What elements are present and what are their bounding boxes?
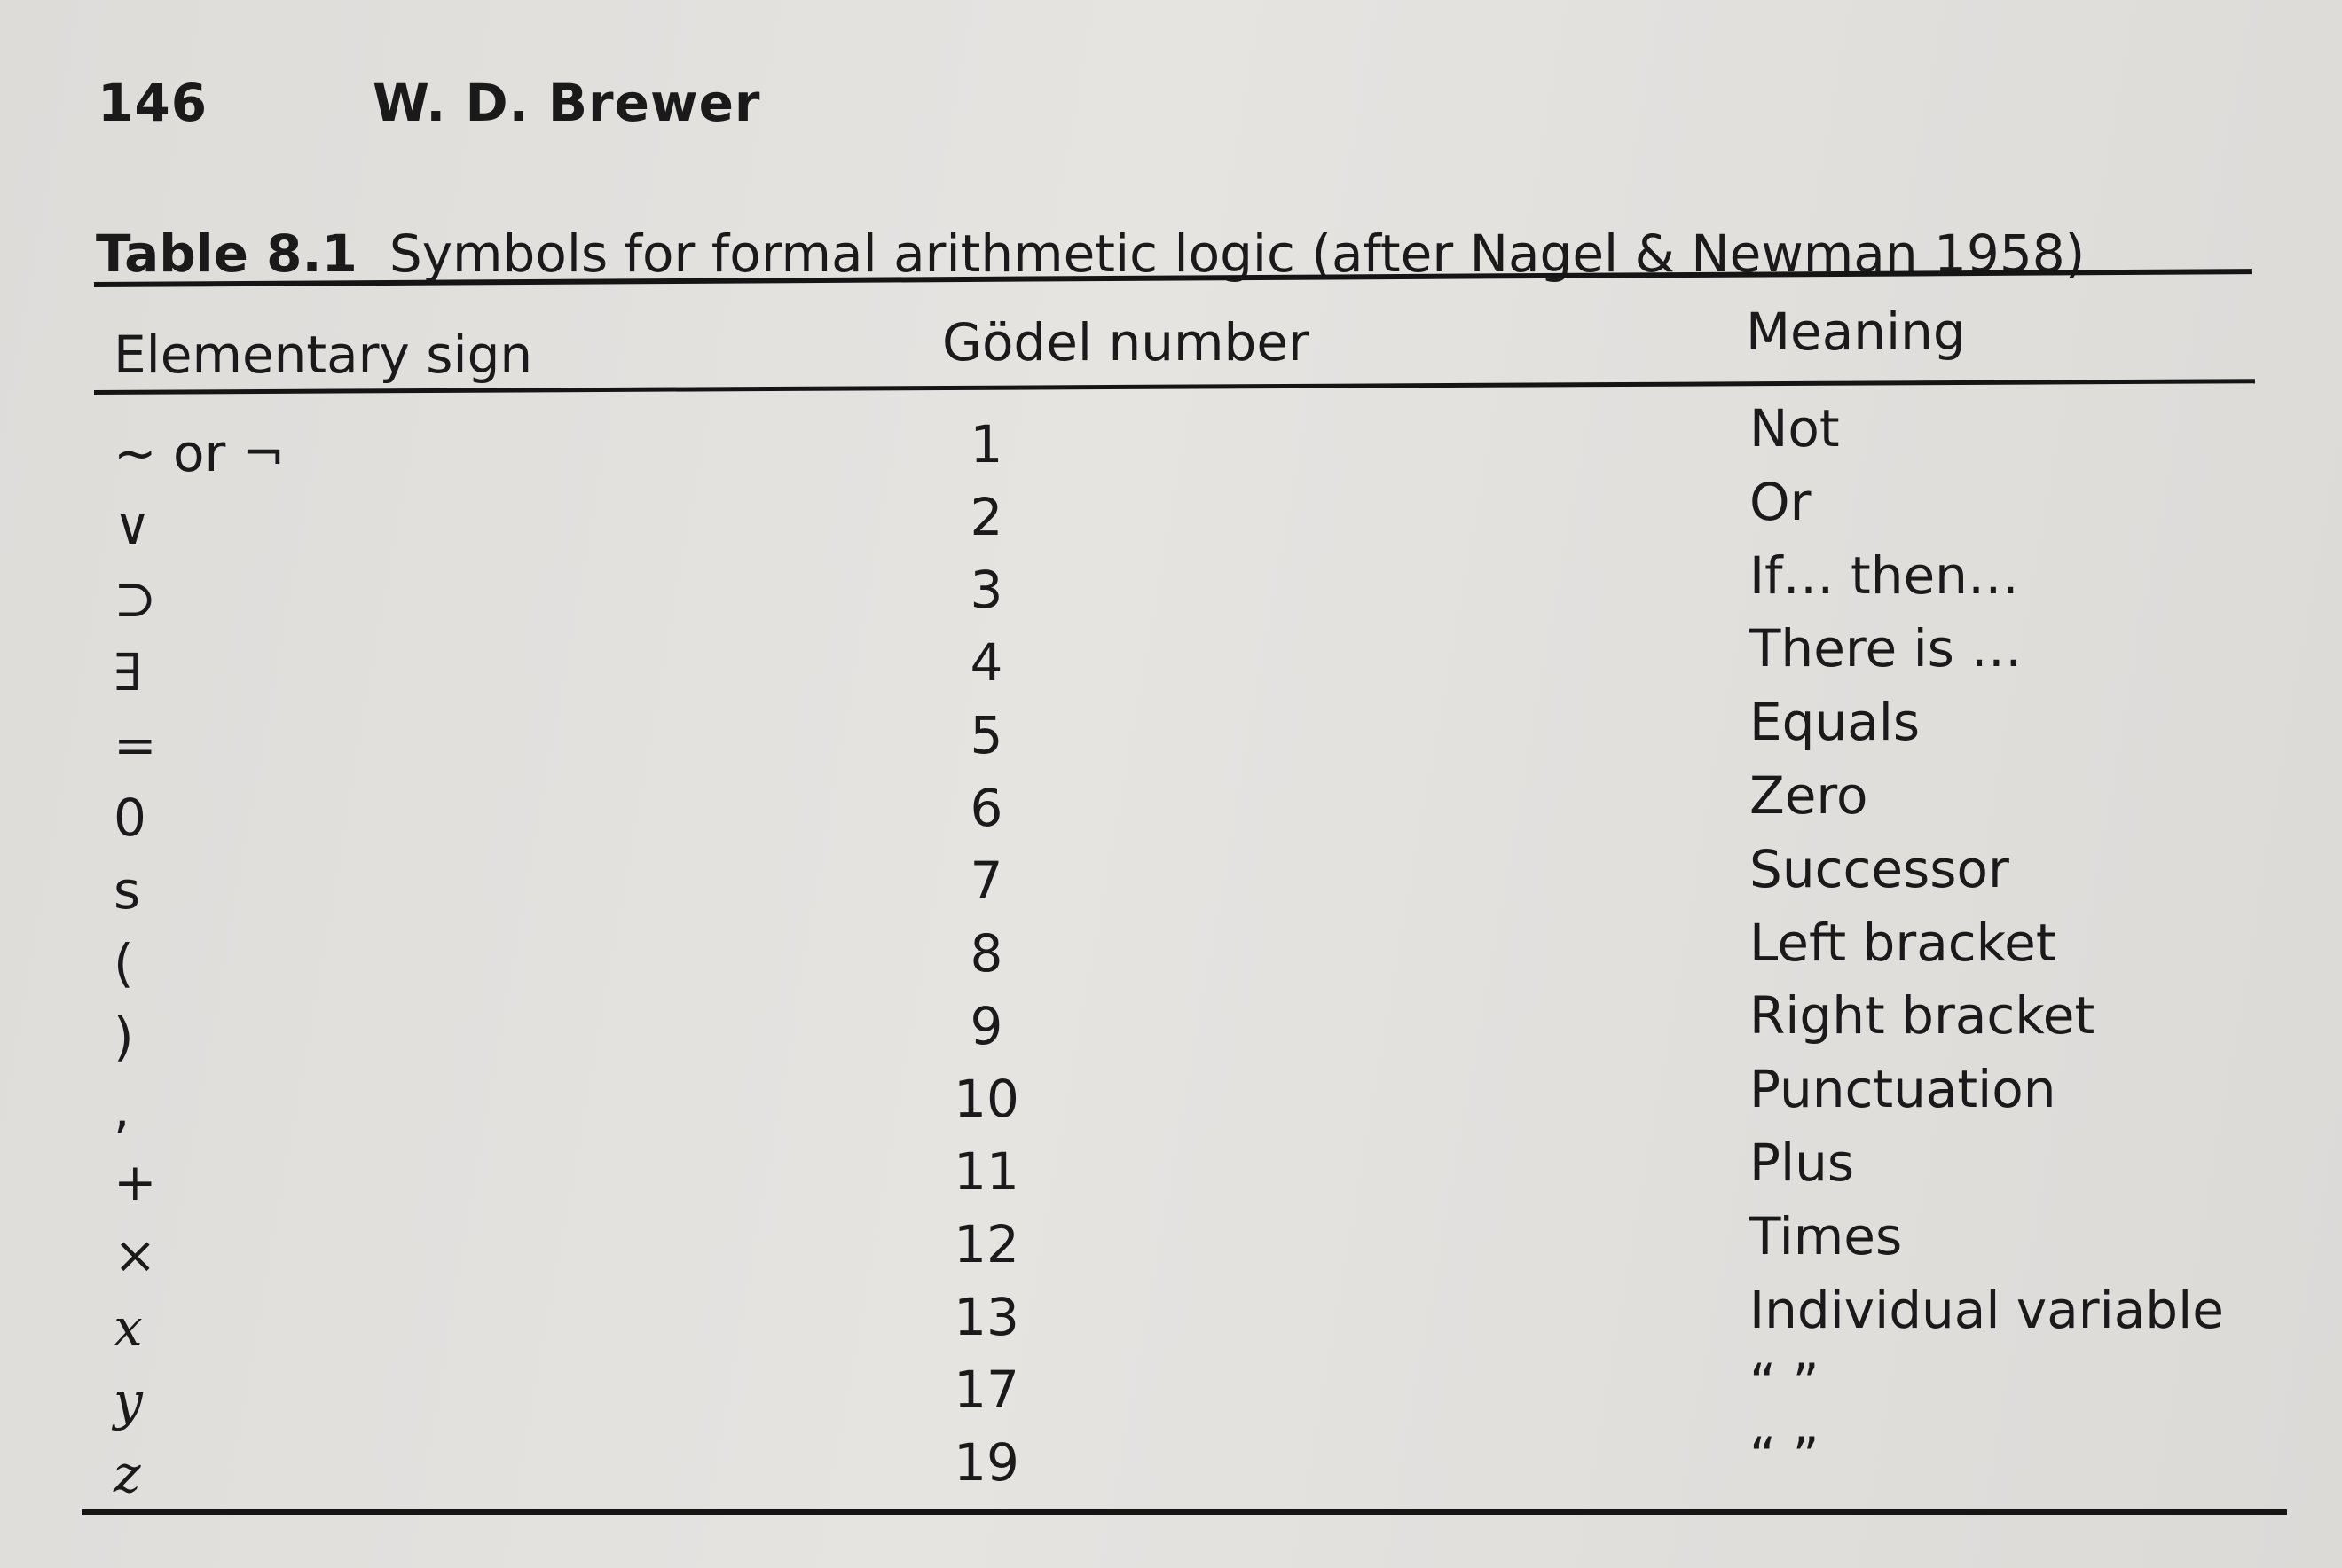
table-cell-godel-number: 3 bbox=[970, 560, 1003, 620]
table-cell-sign: x bbox=[114, 1298, 143, 1359]
table-cell-godel-number: 12 bbox=[954, 1214, 1019, 1274]
table-cell-sign: ) bbox=[114, 1006, 134, 1067]
table-cell-godel-number: 4 bbox=[970, 632, 1003, 693]
table-cell-godel-number: 19 bbox=[954, 1432, 1019, 1493]
table-cell-godel-number: 13 bbox=[954, 1287, 1019, 1347]
table-cell-meaning: “ ” bbox=[1749, 1352, 1819, 1414]
table-cell-sign: s bbox=[114, 860, 141, 921]
table-cell-sign: z bbox=[114, 1443, 141, 1504]
table-cell-godel-number: 1 bbox=[970, 414, 1003, 474]
table-cell-sign: ( bbox=[114, 933, 134, 994]
table-cell-meaning: Or bbox=[1749, 471, 1812, 532]
table-cell-sign: ∃ bbox=[114, 641, 142, 702]
table-cell-godel-number: 10 bbox=[954, 1069, 1019, 1129]
table-cell-godel-number: 2 bbox=[970, 487, 1003, 547]
table-cell-godel-number: 11 bbox=[954, 1141, 1019, 1202]
table-body: ~ or ¬ 1 Not ∨ 2 Or ⊃ 3 If… then… ∃ 4 There is … = 5 E… bbox=[0, 0, 2342, 1568]
table-cell-meaning: There is … bbox=[1749, 618, 2023, 679]
table-cell-meaning: If… then… bbox=[1749, 545, 2019, 606]
table-cell-meaning: Zero bbox=[1749, 765, 1868, 826]
book-page: 146 W. D. Brewer Table 8.1 Symbols for for… bbox=[0, 0, 2342, 1568]
table-cell-meaning: Left bracket bbox=[1749, 912, 2056, 973]
table-cell-meaning: Individual variable bbox=[1749, 1279, 2224, 1340]
table-cell-godel-number: 17 bbox=[954, 1360, 1019, 1420]
table-cell-sign: × bbox=[114, 1225, 157, 1286]
table-cell-meaning: Not bbox=[1749, 398, 1840, 459]
table-cell-meaning: Times bbox=[1749, 1205, 1903, 1266]
table-cell-godel-number: 8 bbox=[970, 923, 1003, 984]
table-cell-meaning: Right bracket bbox=[1749, 985, 2095, 1047]
table-cell-meaning: Equals bbox=[1749, 692, 1921, 753]
table-cell-sign: , bbox=[114, 1078, 130, 1140]
table-cell-godel-number: 5 bbox=[970, 705, 1003, 765]
table-cell-sign: 0 bbox=[114, 788, 146, 848]
table-cell-sign: y bbox=[114, 1370, 143, 1431]
table-cell-sign: ⊃ bbox=[114, 568, 157, 630]
table-cell-sign: ∨ bbox=[114, 496, 152, 557]
table-cell-godel-number: 7 bbox=[970, 851, 1003, 911]
table-cell-meaning: Punctuation bbox=[1749, 1059, 2056, 1120]
table-cell-godel-number: 6 bbox=[970, 778, 1003, 838]
table-cell-meaning: Plus bbox=[1749, 1133, 1855, 1193]
table-cell-sign: + bbox=[114, 1152, 157, 1212]
table-bottom-rule bbox=[82, 1509, 2287, 1515]
table-cell-sign: ~ or ¬ bbox=[114, 423, 286, 483]
table-cell-sign: = bbox=[114, 714, 157, 775]
table-cell-godel-number: 9 bbox=[970, 996, 1003, 1056]
table-cell-meaning: Successor bbox=[1749, 838, 2009, 899]
table-cell-meaning: “ ” bbox=[1749, 1426, 1819, 1487]
